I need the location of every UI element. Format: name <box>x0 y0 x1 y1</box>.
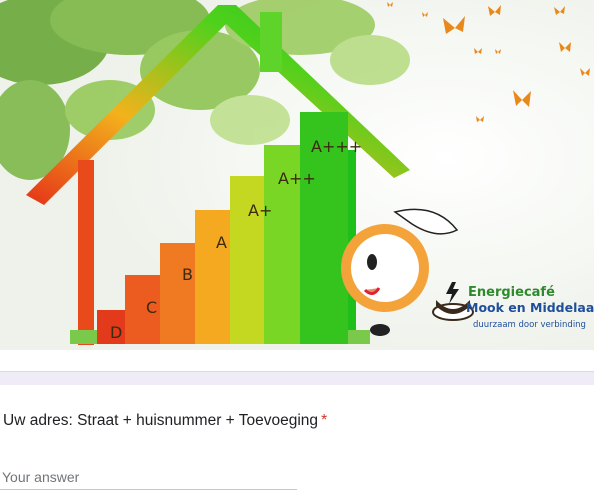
energy-label-b: B <box>182 265 193 284</box>
required-asterisk: * <box>321 412 328 429</box>
energy-label-aplus: A+ <box>248 201 272 220</box>
logo-tagline: duurzaam door verbinding <box>473 320 586 330</box>
header-banner-image: D C B A A+ A++ A+++ Energiecafé Mook en … <box>0 0 594 350</box>
question-title-text: Uw adres: Straat + huisnummer + Toevoegi… <box>3 412 319 429</box>
energy-label-c: C <box>146 298 157 317</box>
address-answer-input[interactable] <box>0 464 297 490</box>
section-divider <box>0 371 594 385</box>
energy-label-a: A <box>216 233 227 252</box>
energy-label-d: D <box>110 323 122 342</box>
logo-line2: Mook en Middelaar <box>466 300 594 315</box>
question-title: Uw adres: Straat + huisnummer + Toevoegi… <box>3 412 327 430</box>
logo-line1: Energiecafé <box>468 285 555 300</box>
energy-label-aplusplusplus: A+++ <box>311 137 362 156</box>
address-question: Uw adres: Straat + huisnummer + Toevoegi… <box>0 396 594 503</box>
energy-label-aplusplus: A++ <box>278 169 316 188</box>
